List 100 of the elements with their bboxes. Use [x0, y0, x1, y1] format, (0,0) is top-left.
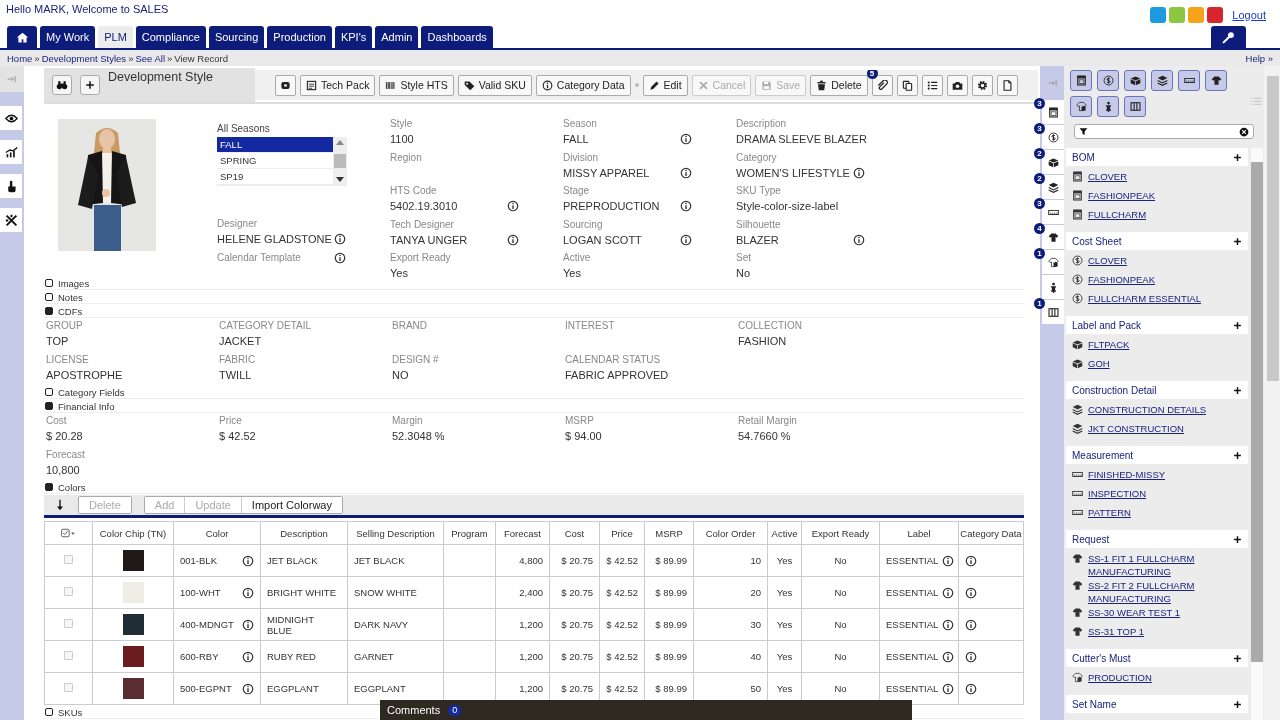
settings-button[interactable]: [1211, 26, 1246, 48]
section-title[interactable]: Colors: [58, 481, 86, 493]
theme-swatch[interactable]: [1188, 7, 1205, 23]
row-checkbox[interactable]: [64, 651, 73, 660]
side-tab[interactable]: [1042, 225, 1064, 249]
section-title[interactable]: Notes: [58, 291, 83, 303]
nav-tab[interactable]: Admin: [375, 26, 419, 48]
column-header[interactable]: Cost: [549, 521, 600, 545]
toggle-icon[interactable]: [45, 402, 53, 410]
column-header[interactable]: Export Ready: [801, 521, 880, 545]
nav-tab[interactable]: KPI's: [334, 26, 373, 48]
filter-button[interactable]: [1205, 70, 1227, 91]
nav-tab[interactable]: My Work: [40, 26, 96, 48]
sidebar-button[interactable]: [0, 174, 22, 198]
filter-button[interactable]: [1178, 70, 1200, 91]
select-all-header[interactable]: [44, 521, 93, 545]
sidebar-button[interactable]: [0, 106, 22, 130]
column-header[interactable]: Color Chip (TN): [92, 521, 174, 545]
toolbar-button[interactable]: Style HTS: [379, 74, 454, 96]
document-link[interactable]: PRODUCTION: [1088, 671, 1238, 684]
add-button[interactable]: [1233, 699, 1242, 709]
toolbar-button[interactable]: Tech Pack: [300, 74, 376, 96]
add-button[interactable]: [80, 75, 100, 95]
section-title[interactable]: Financial Info: [58, 400, 115, 412]
add-button[interactable]: [1233, 385, 1242, 395]
nav-tab[interactable]: Production: [267, 26, 332, 48]
document-link[interactable]: SS-1 FIT 1 FULLCHARM MANUFACTURING: [1088, 552, 1238, 578]
document-link[interactable]: CONSTRUCTION DETAILS: [1088, 403, 1238, 416]
document-link[interactable]: FASHIONPEAK: [1088, 189, 1238, 202]
side-tab[interactable]: [1042, 175, 1064, 199]
icon-button[interactable]: [971, 74, 993, 96]
toggle-icon[interactable]: [45, 483, 53, 491]
toggle-icon[interactable]: [45, 279, 53, 287]
column-header[interactable]: Price: [599, 521, 645, 545]
filter-button[interactable]: [1124, 70, 1146, 91]
icon-button[interactable]: [921, 74, 943, 96]
filter-button[interactable]: [1124, 96, 1146, 117]
sidebar-button[interactable]: [0, 208, 22, 232]
column-header[interactable]: Description: [260, 521, 348, 545]
column-header[interactable]: Color Order: [693, 521, 768, 545]
row-checkbox[interactable]: [64, 619, 73, 628]
add-button[interactable]: [1233, 320, 1242, 330]
toolbar-button[interactable]: Edit: [642, 74, 688, 96]
section-title[interactable]: CDFs: [58, 305, 83, 317]
document-link[interactable]: FULLCHARM: [1088, 208, 1238, 221]
column-header[interactable]: Category Data: [958, 521, 1024, 545]
breadcrumb-link[interactable]: Development Styles: [41, 52, 127, 64]
add-button[interactable]: [1233, 653, 1242, 663]
column-header[interactable]: Color: [173, 521, 261, 545]
section-title[interactable]: Images: [58, 277, 90, 289]
theme-swatch[interactable]: [1150, 7, 1167, 23]
scrollbar[interactable]: [333, 137, 347, 185]
side-tab[interactable]: [1042, 100, 1064, 124]
document-link[interactable]: CLOVER: [1088, 254, 1238, 267]
add-button[interactable]: [1233, 450, 1242, 460]
nav-tab[interactable]: Compliance: [135, 26, 206, 48]
breadcrumb-link[interactable]: View Record: [174, 52, 228, 64]
icon-button[interactable]: [896, 74, 918, 96]
section-title[interactable]: Category Fields: [58, 386, 125, 398]
document-link[interactable]: SS-30 WEAR TEST 1: [1088, 606, 1238, 619]
side-tab[interactable]: [1042, 200, 1064, 224]
row-checkbox[interactable]: [64, 555, 73, 564]
add-button[interactable]: [1233, 534, 1242, 544]
search-button[interactable]: [52, 75, 72, 95]
logout-link[interactable]: Logout: [1232, 9, 1266, 21]
column-header[interactable]: Label: [879, 521, 959, 545]
toggle-icon[interactable]: [45, 293, 53, 301]
icon-button[interactable]: [996, 74, 1018, 96]
document-link[interactable]: GOH: [1088, 357, 1238, 370]
side-tab[interactable]: [1042, 125, 1064, 149]
document-link[interactable]: FINISHED-MISSY: [1088, 468, 1238, 481]
toggle-icon[interactable]: [45, 708, 53, 716]
document-link[interactable]: FULLCHARM ESSENTIAL: [1088, 292, 1238, 305]
theme-swatch[interactable]: [1207, 7, 1224, 23]
column-header[interactable]: Forecast: [495, 521, 550, 545]
row-checkbox[interactable]: [64, 683, 73, 692]
theme-swatch[interactable]: [1169, 7, 1186, 23]
side-tab[interactable]: [1042, 300, 1064, 324]
row-checkbox[interactable]: [64, 587, 73, 596]
toolbar-button[interactable]: Delete: [810, 74, 868, 96]
side-tab[interactable]: [1042, 250, 1064, 274]
toolbar-button[interactable]: Valid SKU: [457, 74, 532, 96]
nav-tab[interactable]: Sourcing: [208, 26, 265, 48]
toggle-icon[interactable]: [45, 307, 53, 315]
add-button[interactable]: [1233, 152, 1242, 162]
sidebar-button[interactable]: [0, 140, 22, 164]
icon-button[interactable]: [946, 74, 968, 96]
column-header[interactable]: Program: [443, 521, 496, 545]
column-header[interactable]: Selling Description: [347, 521, 444, 545]
scrollbar[interactable]: [1264, 66, 1280, 720]
scrollbar[interactable]: [1251, 148, 1263, 720]
season-option[interactable]: FALL: [217, 137, 333, 153]
add-button[interactable]: [1233, 236, 1242, 246]
filter-button[interactable]: [1151, 70, 1173, 91]
section-title[interactable]: SKUs: [58, 706, 83, 718]
icon-button[interactable]: [275, 74, 296, 96]
season-list[interactable]: FALL SPRING SP19: [217, 137, 347, 186]
toggle-icon[interactable]: [45, 388, 53, 396]
nav-tab[interactable]: Dashboards: [421, 26, 493, 48]
comments-bar[interactable]: Comments 0: [380, 700, 912, 720]
